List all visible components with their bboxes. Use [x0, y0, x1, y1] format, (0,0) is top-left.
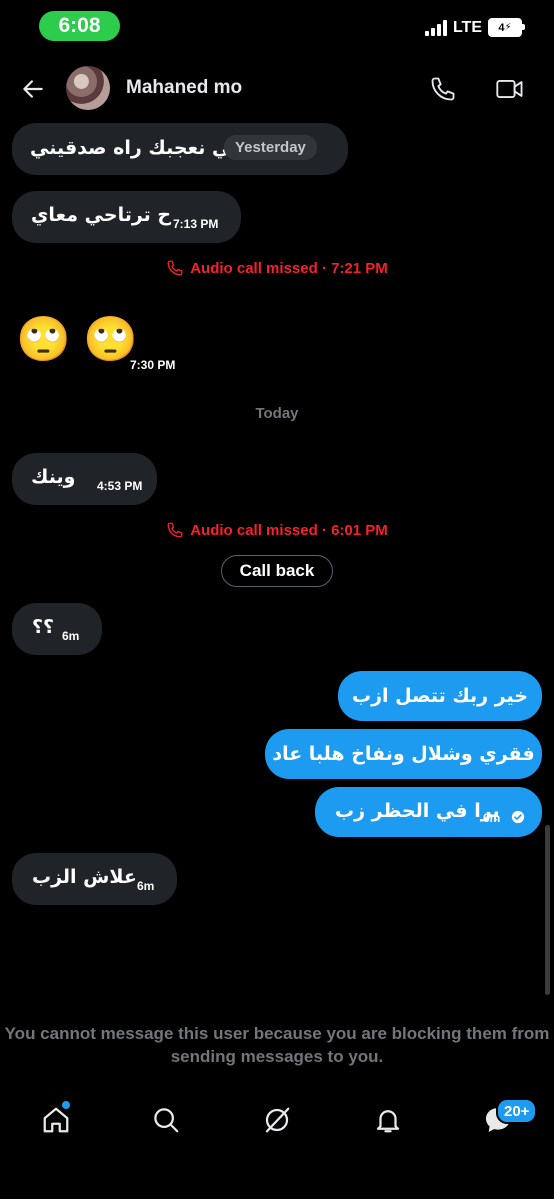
- message-time: 6m: [62, 629, 80, 643]
- back-arrow-icon[interactable]: [16, 72, 50, 106]
- missed-call-event: Audio call missed · 7:21 PM: [0, 259, 554, 277]
- network-type: LTE: [452, 18, 482, 36]
- date-chip: Yesterday: [224, 135, 317, 160]
- message-bubble-outgoing[interactable]: خير ربك تتصل ازب: [338, 671, 542, 721]
- missed-call-icon: [167, 522, 183, 538]
- message-text: فقري وشلال ونفاخ هلبا عاد: [272, 743, 535, 765]
- message-bubble-incoming[interactable]: ح ترتاحي معاي 7:13 PM: [12, 191, 241, 243]
- cellular-signal-icon: [424, 19, 447, 36]
- message-time: 7:30 PM: [130, 358, 176, 372]
- message-text: برا في الحظر زب: [335, 800, 500, 822]
- status-time: 6:08: [39, 11, 120, 41]
- missed-call-icon: [167, 260, 183, 276]
- message-text: علاش الزب: [32, 866, 137, 888]
- missed-call-text: Audio call missed · 7:21 PM: [190, 259, 388, 277]
- message-bubble-incoming[interactable]: وينك 4:53 PM: [12, 453, 157, 505]
- message-bubble-incoming[interactable]: ؟؟ 6m: [12, 603, 102, 655]
- message-bubble-incoming[interactable]: ني نعجبك راه صدقيني Yesterday: [12, 123, 348, 175]
- notification-dot: [62, 1101, 70, 1109]
- message-time: 7:13 PM: [173, 217, 219, 231]
- avatar[interactable]: [66, 66, 110, 110]
- video-call-icon[interactable]: [493, 72, 527, 106]
- message-time: 6m: [137, 879, 155, 893]
- messages-badge: 20+: [496, 1098, 538, 1124]
- contact-name[interactable]: Mahaned mo: [126, 77, 242, 99]
- day-separator: Today: [255, 405, 299, 422]
- blocked-notice: You cannot message this user because you…: [4, 1024, 550, 1066]
- message-bubble-incoming[interactable]: علاش الزب 6m: [12, 853, 177, 905]
- battery-icon: 4 ⚡: [488, 18, 525, 37]
- message-text: وينك: [31, 466, 76, 488]
- grok-icon[interactable]: [257, 1100, 297, 1140]
- call-back-button[interactable]: Call back: [221, 555, 333, 587]
- status-indicators: LTE 4 ⚡: [424, 18, 525, 37]
- scrollbar[interactable]: [545, 825, 550, 995]
- message-text: ني نعجبك راه صدقيني: [30, 137, 239, 159]
- message-text: ح ترتاحي معاي: [31, 204, 172, 226]
- message-text: ؟؟: [32, 616, 55, 638]
- missed-call-text: Audio call missed · 6:01 PM: [190, 521, 388, 539]
- notifications-bell-icon[interactable]: [368, 1100, 408, 1140]
- phone-call-icon[interactable]: [426, 72, 460, 106]
- message-time: 4:53 PM: [97, 479, 143, 493]
- message-bubble-outgoing[interactable]: فقري وشلال ونفاخ هلبا عاد: [265, 729, 542, 779]
- emoji-message[interactable]: 🙄 🙄: [16, 316, 138, 364]
- message-bubble-outgoing[interactable]: 6m برا في الحظر زب: [315, 787, 542, 837]
- read-receipt-check-icon: [511, 810, 525, 829]
- missed-call-event: Audio call missed · 6:01 PM: [0, 521, 554, 539]
- message-text: خير ربك تتصل ازب: [352, 685, 528, 707]
- search-icon[interactable]: [146, 1100, 186, 1140]
- home-icon[interactable]: [36, 1100, 76, 1140]
